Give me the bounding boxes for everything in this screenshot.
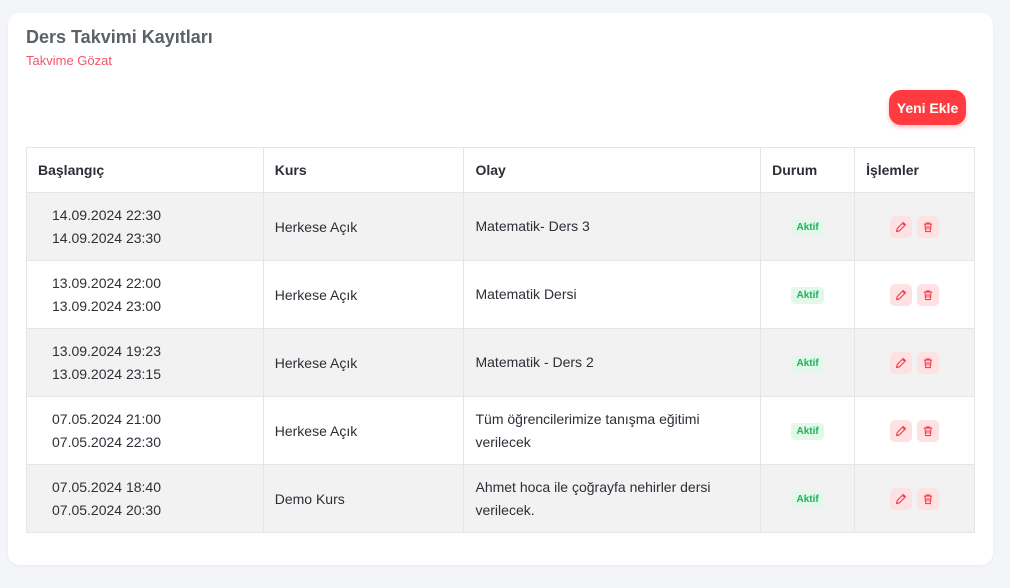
column-header-event: Olay bbox=[463, 147, 762, 193]
status-badge: Aktif bbox=[791, 355, 824, 372]
delete-button[interactable] bbox=[917, 283, 940, 306]
trash-icon bbox=[924, 493, 933, 504]
event-cell: Ahmet hoca ile çoğrayfa nehirler dersi v… bbox=[463, 464, 762, 533]
column-header-actions: İşlemler bbox=[854, 147, 975, 193]
pencil-icon bbox=[895, 221, 906, 232]
column-header-start: Başlangıç bbox=[26, 147, 264, 193]
status-badge: Aktif bbox=[791, 491, 824, 508]
table-row: 13.09.2024 22:00 13.09.2024 23:00 Herkes… bbox=[26, 260, 975, 329]
end-datetime: 13.09.2024 23:00 bbox=[52, 297, 161, 314]
course-cell: Herkese Açık bbox=[262, 192, 465, 261]
status-badge: Aktif bbox=[791, 219, 824, 236]
status-cell: Aktif bbox=[760, 464, 856, 533]
actions-cell bbox=[854, 260, 975, 329]
page-title: Ders Takvimi Kayıtları bbox=[26, 27, 213, 47]
start-cell: 07.05.2024 18:40 07.05.2024 20:30 bbox=[26, 464, 264, 533]
table-row: 07.05.2024 18:40 07.05.2024 20:30 Demo K… bbox=[26, 464, 975, 533]
edit-button[interactable] bbox=[889, 487, 912, 510]
edit-button[interactable] bbox=[889, 351, 912, 374]
event-cell: Matematik - Ders 2 bbox=[463, 328, 762, 397]
end-datetime: 13.09.2024 23:15 bbox=[52, 365, 161, 382]
course-cell: Herkese Açık bbox=[262, 328, 465, 397]
pencil-icon bbox=[895, 357, 906, 368]
trash-icon bbox=[924, 357, 933, 368]
actions-cell bbox=[854, 328, 975, 397]
event-cell: Matematik Dersi bbox=[463, 260, 762, 329]
trash-icon bbox=[924, 425, 933, 436]
pencil-icon bbox=[895, 425, 906, 436]
course-cell: Herkese Açık bbox=[262, 396, 465, 465]
actions-cell bbox=[854, 464, 975, 533]
table-row: 13.09.2024 19:23 13.09.2024 23:15 Herkes… bbox=[26, 328, 975, 397]
column-header-status: Durum bbox=[760, 147, 856, 193]
browse-calendar-link[interactable]: Takvime Gözat bbox=[26, 53, 112, 68]
event-cell: Matematik- Ders 3 bbox=[463, 192, 762, 261]
actions-cell bbox=[854, 192, 975, 261]
end-datetime: 07.05.2024 22:30 bbox=[52, 433, 161, 450]
status-cell: Aktif bbox=[760, 192, 856, 261]
start-cell: 14.09.2024 22:30 14.09.2024 23:30 bbox=[26, 192, 264, 261]
status-cell: Aktif bbox=[760, 328, 856, 397]
start-cell: 07.05.2024 21:00 07.05.2024 22:30 bbox=[26, 396, 264, 465]
course-cell: Demo Kurs bbox=[262, 464, 465, 533]
end-datetime: 14.09.2024 23:30 bbox=[52, 229, 161, 246]
delete-button[interactable] bbox=[917, 487, 940, 510]
table-row: 07.05.2024 21:00 07.05.2024 22:30 Herkes… bbox=[26, 396, 975, 465]
pencil-icon bbox=[895, 289, 906, 300]
event-cell: Tüm öğrencilerimize tanışma eğitimi veri… bbox=[463, 396, 762, 465]
edit-button[interactable] bbox=[889, 283, 912, 306]
column-header-course: Kurs bbox=[262, 147, 465, 193]
edit-button[interactable] bbox=[889, 215, 912, 238]
pencil-icon bbox=[895, 493, 906, 504]
add-new-button[interactable]: Yeni Ekle bbox=[889, 90, 966, 125]
start-datetime: 13.09.2024 19:23 bbox=[52, 342, 161, 359]
schedule-table: Başlangıç Kurs Olay Durum İşlemler 14.09… bbox=[26, 147, 975, 533]
end-datetime: 07.05.2024 20:30 bbox=[52, 501, 161, 518]
table-row: 14.09.2024 22:30 14.09.2024 23:30 Herkes… bbox=[26, 192, 975, 261]
status-badge: Aktif bbox=[791, 287, 824, 304]
start-cell: 13.09.2024 22:00 13.09.2024 23:00 bbox=[26, 260, 264, 329]
status-cell: Aktif bbox=[760, 260, 856, 329]
actions-cell bbox=[854, 396, 975, 465]
start-datetime: 07.05.2024 18:40 bbox=[52, 478, 161, 495]
trash-icon bbox=[924, 221, 933, 232]
delete-button[interactable] bbox=[917, 419, 940, 442]
start-datetime: 07.05.2024 21:00 bbox=[52, 410, 161, 427]
delete-button[interactable] bbox=[917, 215, 940, 238]
status-badge: Aktif bbox=[791, 423, 824, 440]
delete-button[interactable] bbox=[917, 351, 940, 374]
table-header-row: Başlangıç Kurs Olay Durum İşlemler bbox=[26, 147, 975, 193]
start-datetime: 13.09.2024 22:00 bbox=[52, 274, 161, 291]
course-cell: Herkese Açık bbox=[262, 260, 465, 329]
status-cell: Aktif bbox=[760, 396, 856, 465]
start-cell: 13.09.2024 19:23 13.09.2024 23:15 bbox=[26, 328, 264, 397]
start-datetime: 14.09.2024 22:30 bbox=[52, 206, 161, 223]
records-card: Ders Takvimi Kayıtları Takvime Gözat Yen… bbox=[8, 13, 993, 565]
trash-icon bbox=[924, 289, 933, 300]
edit-button[interactable] bbox=[889, 419, 912, 442]
